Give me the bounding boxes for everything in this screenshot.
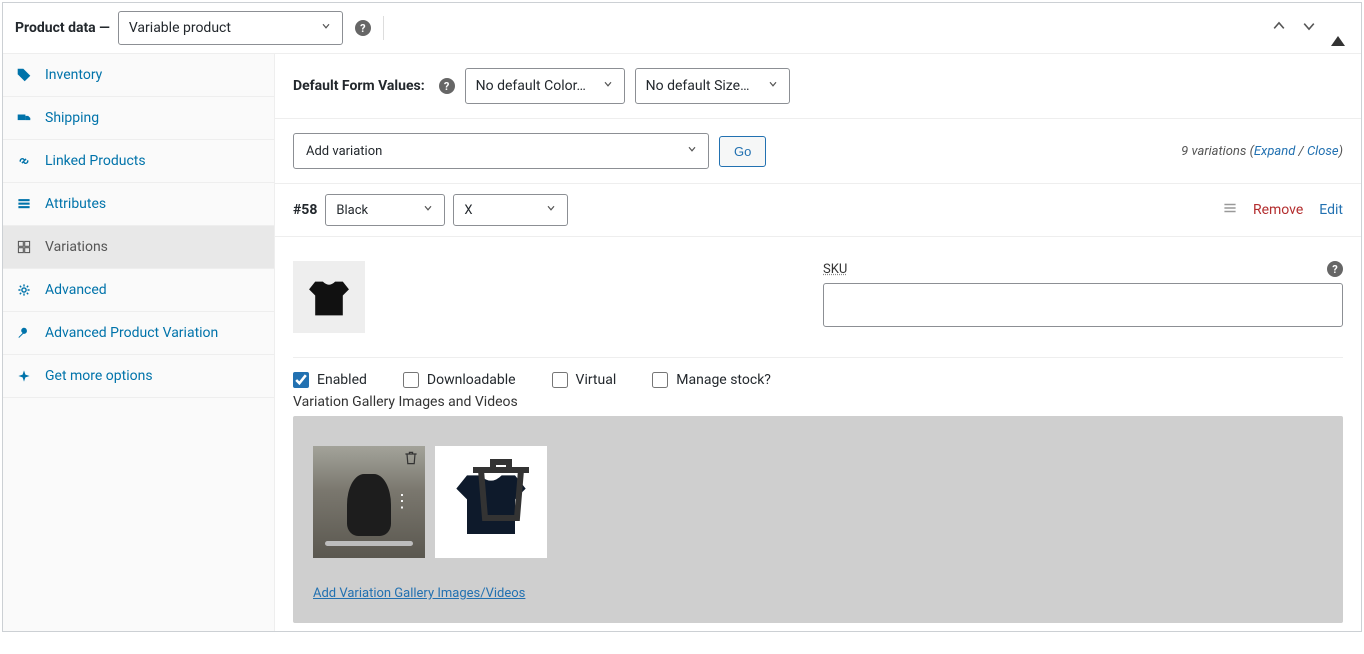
sidebar-item-label: Shipping [45,110,99,126]
enabled-label: Enabled [317,372,367,388]
sidebar-item-linked-products[interactable]: Linked Products [3,140,274,183]
sidebar-item-attributes[interactable]: Attributes [3,183,274,226]
chevron-down-icon [767,78,779,94]
variation-size-select[interactable]: X [453,194,568,226]
variation-header: #58 Black X Remove Edit [275,184,1361,237]
gallery-item-image[interactable] [435,446,547,558]
sidebar-item-advanced-product-variation[interactable]: Advanced Product Variation [3,312,274,355]
product-type-select[interactable]: Variable product [118,11,343,45]
sidebar-item-label: Inventory [45,67,102,83]
drag-handle-icon[interactable] [1223,201,1237,219]
chevron-down-icon [686,143,698,159]
go-button[interactable]: Go [719,136,766,167]
help-icon[interactable]: ? [439,78,455,94]
help-icon[interactable]: ? [1327,261,1343,277]
default-color-value: No default Color… [476,78,586,94]
sku-label: SKU [823,262,847,277]
remove-link[interactable]: Remove [1253,202,1303,218]
variations-count-info: 9 variations (Expand / Close) [1181,144,1343,159]
trash-icon[interactable] [461,450,541,534]
main-content: Default Form Values: ? No default Color…… [275,54,1361,631]
trash-icon[interactable] [403,450,419,470]
chevron-down-icon [422,202,434,218]
sidebar-item-label: Get more options [45,368,153,384]
sidebar-item-label: Variations [45,239,108,255]
tag-icon [17,68,35,82]
sidebar-item-get-more-options[interactable]: Get more options [3,355,274,398]
add-variation-select[interactable]: Add variation [293,133,709,169]
sidebar-item-label: Linked Products [45,153,146,169]
variation-color-select[interactable]: Black [325,194,445,226]
link-icon [17,154,35,168]
add-variation-row: Add variation Go 9 variations (Expand / … [275,119,1361,184]
sidebar-item-label: Advanced Product Variation [45,325,218,341]
chevron-down-icon [545,202,557,218]
default-size-value: No default Size… [646,78,750,94]
divider [383,16,384,40]
more-icon[interactable]: ⋮ [393,499,411,505]
variation-body: SKU ? Enabled Downloadable [275,237,1361,631]
collapse-up-button[interactable] [1327,17,1349,40]
expand-link[interactable]: Expand [1254,144,1295,159]
panel-header: Product data — Variable product ? [3,3,1361,54]
variation-id: #58 [293,202,317,218]
variation-size-value: X [464,203,472,218]
downloadable-checkbox-input[interactable] [403,372,419,388]
close-link[interactable]: Close [1307,144,1339,159]
product-data-panel: Product data — Variable product ? [2,2,1362,632]
add-variation-value: Add variation [306,144,382,159]
sidebar-item-inventory[interactable]: Inventory [3,54,274,97]
virtual-checkbox[interactable]: Virtual [552,372,617,388]
default-color-select[interactable]: No default Color… [465,68,625,104]
gear-icon [17,283,35,297]
downloadable-checkbox[interactable]: Downloadable [403,372,516,388]
list-icon [17,197,35,211]
move-up-button[interactable] [1267,14,1291,42]
sidebar-item-variations[interactable]: Variations [3,226,274,269]
default-values-label: Default Form Values: [293,78,425,94]
edit-link[interactable]: Edit [1319,202,1343,218]
variations-count-text: 9 variations [1181,144,1246,159]
gallery-box: ⋮ Add Variation Gallery Images/Videos [293,416,1343,623]
manage-stock-label: Manage stock? [676,372,771,388]
sidebar-item-shipping[interactable]: Shipping [3,97,274,140]
manage-stock-checkbox[interactable]: Manage stock? [652,372,771,388]
wrench-icon [17,326,35,340]
virtual-label: Virtual [576,372,617,388]
gallery-title: Variation Gallery Images and Videos [293,394,1343,416]
enabled-checkbox[interactable]: Enabled [293,372,367,388]
product-type-value: Variable product [129,20,231,36]
sparkle-icon [17,369,35,383]
default-values-row: Default Form Values: ? No default Color…… [275,54,1361,119]
variation-image-thumb[interactable] [293,261,365,333]
grid-icon [17,240,35,254]
variation-checkboxes: Enabled Downloadable Virtual Manage stoc… [293,358,1343,394]
variation-color-value: Black [336,203,368,218]
truck-icon [17,111,35,125]
sidebar-item-advanced[interactable]: Advanced [3,269,274,312]
manage-stock-checkbox-input[interactable] [652,372,668,388]
move-down-button[interactable] [1297,14,1321,42]
default-size-select[interactable]: No default Size… [635,68,790,104]
sidebar-item-label: Advanced [45,282,107,298]
panel-title: Product data — [15,20,110,36]
chevron-down-icon [602,78,614,94]
chevron-down-icon [320,20,332,36]
enabled-checkbox-input[interactable] [293,372,309,388]
sku-block: SKU ? [823,261,1343,327]
downloadable-label: Downloadable [427,372,516,388]
sku-input[interactable] [823,283,1343,327]
panel-actions [1267,14,1349,42]
sidebar-item-label: Attributes [45,196,106,212]
virtual-checkbox-input[interactable] [552,372,568,388]
help-icon[interactable]: ? [355,20,371,36]
video-progress-bar [325,541,413,546]
gallery-item-video[interactable]: ⋮ [313,446,425,558]
sidebar: Inventory Shipping Linked Products Attri… [3,54,275,631]
add-gallery-link[interactable]: Add Variation Gallery Images/Videos [313,586,525,601]
